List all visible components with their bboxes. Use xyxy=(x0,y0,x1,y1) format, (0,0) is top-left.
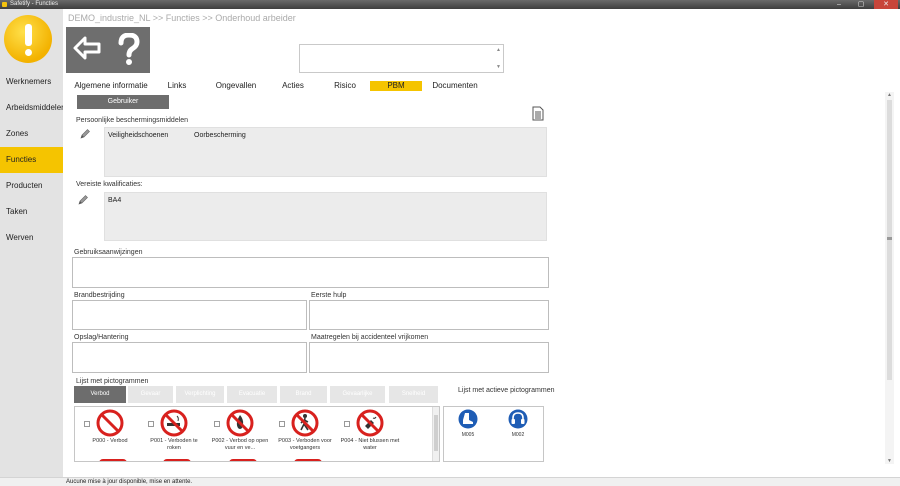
pictogram-checkbox[interactable] xyxy=(214,421,220,427)
picto-tab-brand[interactable]: Brand xyxy=(280,386,327,403)
kwalificaties-label: Vereiste kwalificaties: xyxy=(76,181,143,188)
pbm-label: Persoonlijke beschermingsmiddelen xyxy=(76,117,189,124)
pictogram-p000[interactable]: P000 - Verbod xyxy=(79,409,141,445)
sidebar-item-taken[interactable]: Taken xyxy=(0,199,63,225)
tab-pbm[interactable]: PBM xyxy=(370,81,422,91)
pictogram-caption: P002 - Verbod op open vuur en ve... xyxy=(211,438,269,451)
maatregelen-label: Maatregelen bij accidenteel vrijkomen xyxy=(311,334,429,341)
prohibition-sign-icon xyxy=(294,459,322,461)
gebruiksaanwijzingen-label: Gebruiksaanwijzingen xyxy=(74,249,143,256)
window-title: Safetify - Functies xyxy=(10,1,59,7)
pictogram-scrollbar[interactable] xyxy=(432,407,439,461)
sidebar-item-functies[interactable]: Functies xyxy=(0,147,63,173)
pictogram-checkbox[interactable] xyxy=(344,421,350,427)
active-pictogram-label: Lijst met actieve pictogrammen xyxy=(458,387,555,394)
app-icon xyxy=(2,2,7,7)
no-water-extinguish-icon xyxy=(356,409,384,437)
sidebar-item-werknemers[interactable]: Werknemers xyxy=(0,69,63,95)
breadcrumb: DEMO_industrie_NL >> Functies >> Onderho… xyxy=(68,13,296,23)
document-icon[interactable] xyxy=(532,106,544,121)
pictogram-p001[interactable]: P001 - Verboden te roken xyxy=(143,409,205,452)
sidebar-item-zones[interactable]: Zones xyxy=(0,121,63,147)
sidebar-nav: Werknemers Arbeidsmiddelen Zones Functie… xyxy=(0,69,63,251)
sidebar-item-arbeidsmiddelen[interactable]: Arbeidsmiddelen xyxy=(0,95,63,121)
no-open-fire-icon xyxy=(226,409,254,437)
no-smoking-icon xyxy=(160,409,188,437)
tab-algemene-informatie[interactable]: Algemene informatie xyxy=(72,81,150,91)
active-pictogram-caption: M005 xyxy=(461,432,475,438)
pictogram-caption: P004 - Niet blussen met water xyxy=(340,438,400,451)
pictogram-p002[interactable]: P002 - Verbod op open vuur en ve... xyxy=(209,409,271,452)
pictogram-list: P000 - Verbod P001 - Verboden te roken P… xyxy=(74,406,440,462)
pictogram-checkbox[interactable] xyxy=(279,421,285,427)
maatregelen-field[interactable] xyxy=(309,342,549,373)
ear-protection-icon xyxy=(508,409,528,429)
active-pictogram-list: M005 M002 xyxy=(443,406,544,462)
tab-documenten[interactable]: Documenten xyxy=(430,81,480,91)
tab-ongevallen[interactable]: Ongevallen xyxy=(212,81,260,91)
picto-tab-snelheid[interactable]: Snelheid xyxy=(389,386,438,403)
scrollbar-thumb[interactable] xyxy=(887,100,892,380)
scroll-down-icon[interactable]: ▼ xyxy=(496,64,501,70)
help-button[interactable] xyxy=(108,27,150,73)
eerste-hulp-field[interactable] xyxy=(309,300,549,330)
eerste-hulp-label: Eerste hulp xyxy=(311,292,347,299)
prohibition-sign-icon xyxy=(229,459,257,461)
edit-pbm-pencil-icon[interactable] xyxy=(79,128,91,140)
edit-kwalificaties-pencil-icon[interactable] xyxy=(77,194,89,206)
prohibition-sign-icon xyxy=(96,409,124,437)
sidebar-item-werven[interactable]: Werven xyxy=(0,225,63,251)
pictogram-caption: P003 - Verboden voor voetgangers xyxy=(278,438,332,451)
tab-links[interactable]: Links xyxy=(164,81,190,91)
picto-tab-verplichting[interactable]: Verplichting xyxy=(176,386,224,403)
pictogram-caption: P001 - Verboden te roken xyxy=(150,438,198,451)
pictogram-p004[interactable]: P004 - Niet blussen met water xyxy=(339,409,401,452)
picto-tab-gevaarlijke[interactable]: Gevaarlijke xyxy=(330,386,385,403)
sidebar: Werknemers Arbeidsmiddelen Zones Functie… xyxy=(0,9,63,477)
back-arrow-icon xyxy=(73,36,101,60)
pictogram-list-label: Lijst met pictogrammen xyxy=(76,378,149,385)
active-pictogram-m005[interactable]: M005 xyxy=(456,409,480,438)
brandbestrijding-label: Brandbestrijding xyxy=(74,292,125,299)
back-button[interactable] xyxy=(66,27,108,73)
pictogram-p003[interactable]: P003 - Verboden voor voetgangers xyxy=(274,409,336,452)
pbm-list: Veiligheidschoenen Oorbescherming xyxy=(104,127,547,177)
gebruiker-button[interactable]: Gebruiker xyxy=(77,95,169,109)
safety-shoes-icon xyxy=(458,409,478,429)
safetify-logo-icon xyxy=(4,15,52,63)
sidebar-item-producten[interactable]: Producten xyxy=(0,173,63,199)
scroll-down-icon[interactable]: ▼ xyxy=(885,458,894,464)
active-pictogram-m002[interactable]: M002 xyxy=(506,409,530,438)
question-mark-icon xyxy=(118,32,140,65)
scroll-up-icon[interactable]: ▲ xyxy=(496,47,501,53)
pbm-item-oorbescherming: Oorbescherming xyxy=(194,132,246,139)
pictogram-checkbox[interactable] xyxy=(148,421,154,427)
prohibition-sign-icon xyxy=(163,459,191,461)
prohibition-sign-icon xyxy=(99,459,127,461)
pictogram-checkbox[interactable] xyxy=(84,421,90,427)
brandbestrijding-field[interactable] xyxy=(72,300,307,330)
picto-tab-evacuatie[interactable]: Evacuatie xyxy=(227,386,277,403)
pictogram-caption: P000 - Verbod xyxy=(92,438,128,444)
picto-tab-verbod[interactable]: Verbod xyxy=(74,386,126,403)
gebruiksaanwijzingen-field[interactable] xyxy=(72,257,549,288)
maximize-button[interactable]: ▢ xyxy=(852,0,870,9)
active-pictogram-caption: M002 xyxy=(511,432,525,438)
no-pedestrians-icon xyxy=(291,409,319,437)
minimize-button[interactable]: – xyxy=(830,0,848,9)
picto-tab-gevaar[interactable]: Gevaar xyxy=(128,386,173,403)
scroll-up-icon[interactable]: ▲ xyxy=(885,92,894,98)
status-bar: Aucune mise à jour disponible, mise en a… xyxy=(0,477,900,486)
window-titlebar: Safetify - Functies xyxy=(0,0,900,9)
main-scrollbar[interactable]: ▲ ▼ xyxy=(885,92,894,464)
tab-risico[interactable]: Risico xyxy=(330,81,360,91)
pbm-item-veiligheidschoenen: Veiligheidschoenen xyxy=(108,132,169,139)
kwalificatie-item-ba4: BA4 xyxy=(108,197,122,204)
tab-acties[interactable]: Acties xyxy=(278,81,308,91)
kwalificaties-list: BA4 xyxy=(104,192,547,241)
close-button[interactable]: ✕ xyxy=(874,0,898,9)
opslag-label: Opslag/Hantering xyxy=(74,334,129,341)
search-input[interactable]: ▲ ▼ xyxy=(299,44,504,73)
opslag-field[interactable] xyxy=(72,342,307,373)
